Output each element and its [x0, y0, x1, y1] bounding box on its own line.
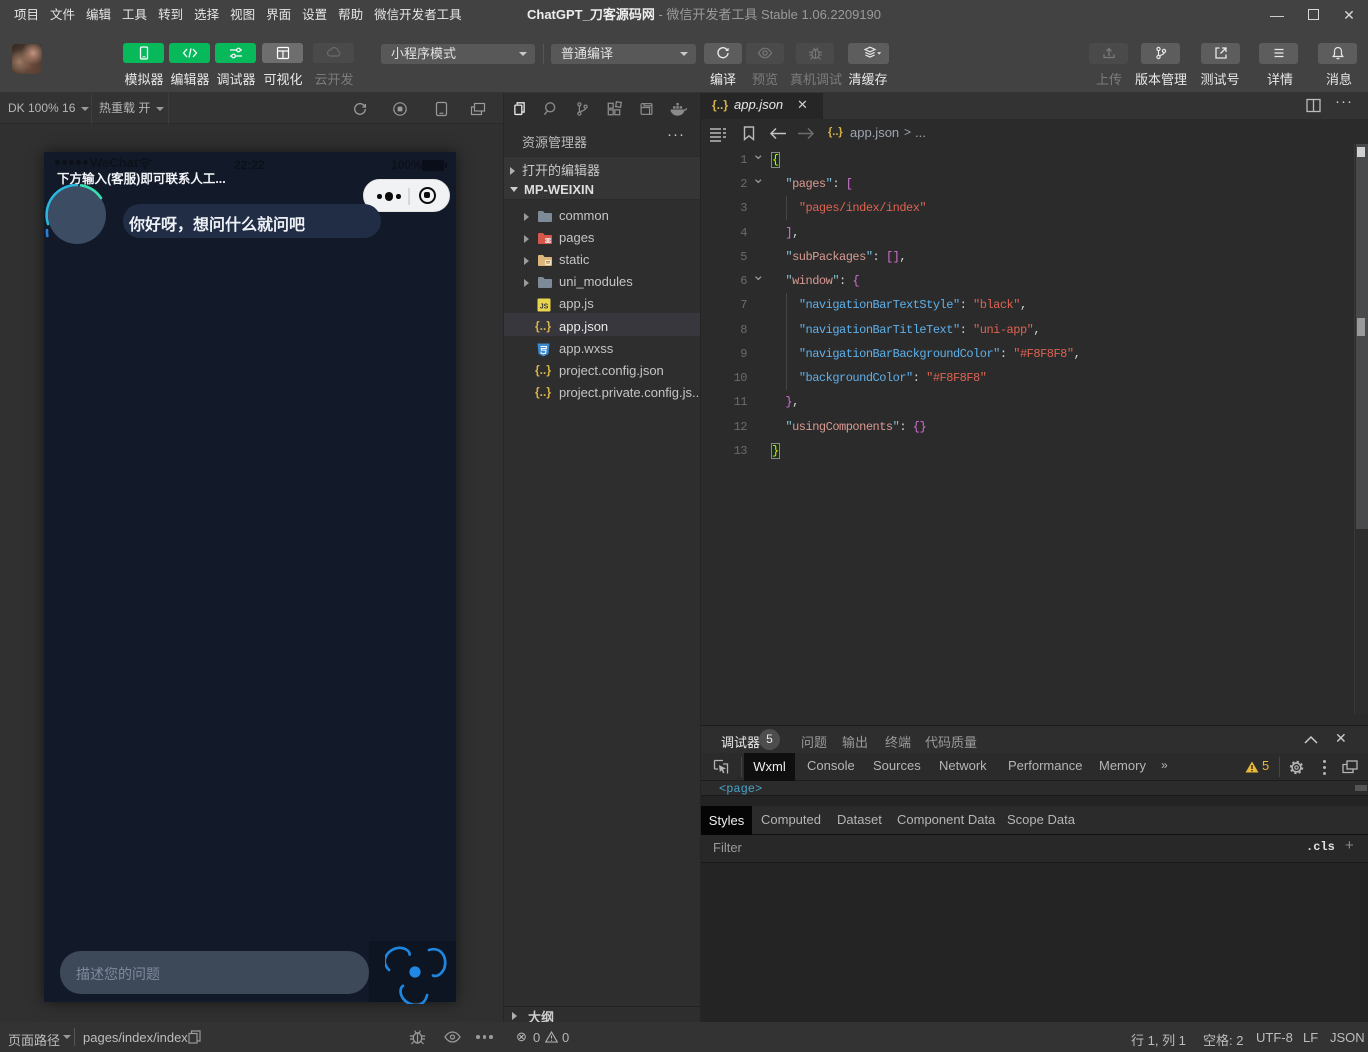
svg-text:JS: JS	[540, 304, 549, 311]
